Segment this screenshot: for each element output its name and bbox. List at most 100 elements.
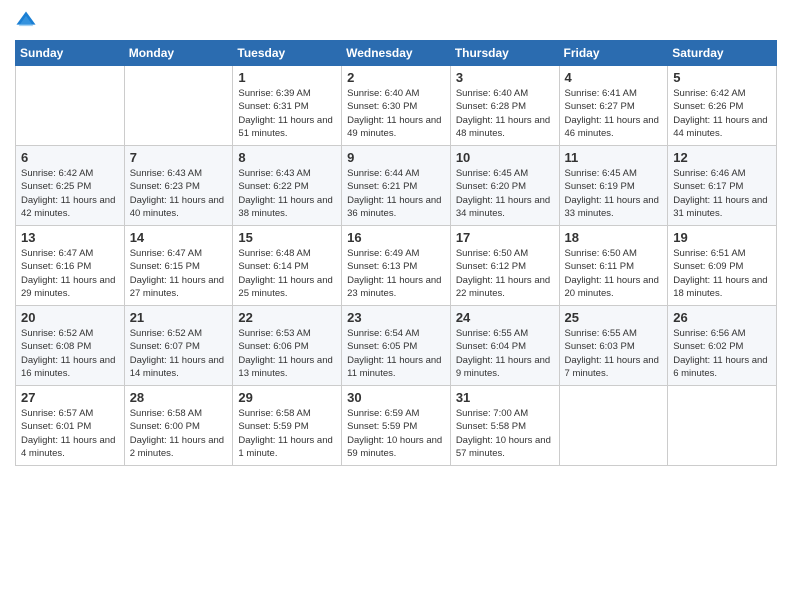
day-number: 9 <box>347 150 445 165</box>
week-row-3: 13 Sunrise: 6:47 AMSunset: 6:16 PMDayligh… <box>16 226 777 306</box>
logo <box>15 10 41 32</box>
day-number: 10 <box>456 150 554 165</box>
week-row-5: 27Sunrise: 6:57 AMSunset: 6:01 PMDayligh… <box>16 386 777 466</box>
header <box>15 10 777 32</box>
calendar-cell: 6 Sunrise: 6:42 AMSunset: 6:25 PMDaylight… <box>16 146 125 226</box>
days-header-row: SundayMondayTuesdayWednesdayThursdayFrid… <box>16 41 777 66</box>
calendar-cell: 7Sunrise: 6:43 AMSunset: 6:23 PMDaylight… <box>124 146 233 226</box>
calendar-cell: 29 Sunrise: 6:58 AMSunset: 5:59 PMDayligh… <box>233 386 342 466</box>
day-header-sunday: Sunday <box>16 41 125 66</box>
day-number: 22 <box>238 310 336 325</box>
calendar-cell: 17Sunrise: 6:50 AMSunset: 6:12 PMDayligh… <box>450 226 559 306</box>
calendar-cell: 21Sunrise: 6:52 AMSunset: 6:07 PMDayligh… <box>124 306 233 386</box>
day-info: Sunrise: 6:55 AMSunset: 6:03 PMDaylight:… <box>565 327 663 380</box>
day-info: Sunrise: 6:47 AMSunset: 6:16 PMDaylight:… <box>21 247 119 300</box>
calendar-cell: 16 Sunrise: 6:49 AMSunset: 6:13 PMDayligh… <box>342 226 451 306</box>
calendar-cell: 26 Sunrise: 6:56 AMSunset: 6:02 PMDayligh… <box>668 306 777 386</box>
week-row-4: 20 Sunrise: 6:52 AMSunset: 6:08 PMDayligh… <box>16 306 777 386</box>
calendar-table: SundayMondayTuesdayWednesdayThursdayFrid… <box>15 40 777 466</box>
day-info: Sunrise: 6:54 AMSunset: 6:05 PMDaylight:… <box>347 327 445 380</box>
day-info: Sunrise: 7:00 AMSunset: 5:58 PMDaylight:… <box>456 407 554 460</box>
day-info: Sunrise: 6:51 AMSunset: 6:09 PMDaylight:… <box>673 247 771 300</box>
day-info: Sunrise: 6:58 AMSunset: 6:00 PMDaylight:… <box>130 407 228 460</box>
day-info: Sunrise: 6:43 AMSunset: 6:23 PMDaylight:… <box>130 167 228 220</box>
day-info: Sunrise: 6:49 AMSunset: 6:13 PMDaylight:… <box>347 247 445 300</box>
day-number: 16 <box>347 230 445 245</box>
day-number: 30 <box>347 390 445 405</box>
day-info: Sunrise: 6:58 AMSunset: 5:59 PMDaylight:… <box>238 407 336 460</box>
calendar-cell: 2 Sunrise: 6:40 AMSunset: 6:30 PMDaylight… <box>342 66 451 146</box>
day-number: 24 <box>456 310 554 325</box>
day-info: Sunrise: 6:44 AMSunset: 6:21 PMDaylight:… <box>347 167 445 220</box>
day-info: Sunrise: 6:40 AMSunset: 6:30 PMDaylight:… <box>347 87 445 140</box>
day-header-monday: Monday <box>124 41 233 66</box>
day-number: 17 <box>456 230 554 245</box>
calendar-cell <box>559 386 668 466</box>
calendar-cell <box>668 386 777 466</box>
calendar-cell: 25Sunrise: 6:55 AMSunset: 6:03 PMDayligh… <box>559 306 668 386</box>
day-info: Sunrise: 6:53 AMSunset: 6:06 PMDaylight:… <box>238 327 336 380</box>
day-number: 20 <box>21 310 119 325</box>
calendar-cell: 20 Sunrise: 6:52 AMSunset: 6:08 PMDayligh… <box>16 306 125 386</box>
day-number: 8 <box>238 150 336 165</box>
day-info: Sunrise: 6:45 AMSunset: 6:20 PMDaylight:… <box>456 167 554 220</box>
day-number: 29 <box>238 390 336 405</box>
day-info: Sunrise: 6:52 AMSunset: 6:08 PMDaylight:… <box>21 327 119 380</box>
day-number: 31 <box>456 390 554 405</box>
calendar-cell: 1 Sunrise: 6:39 AMSunset: 6:31 PMDaylight… <box>233 66 342 146</box>
day-info: Sunrise: 6:42 AMSunset: 6:26 PMDaylight:… <box>673 87 771 140</box>
day-header-tuesday: Tuesday <box>233 41 342 66</box>
day-info: Sunrise: 6:41 AMSunset: 6:27 PMDaylight:… <box>565 87 663 140</box>
day-number: 12 <box>673 150 771 165</box>
day-number: 18 <box>565 230 663 245</box>
calendar-cell: 24 Sunrise: 6:55 AMSunset: 6:04 PMDayligh… <box>450 306 559 386</box>
calendar-cell: 4Sunrise: 6:41 AMSunset: 6:27 PMDaylight… <box>559 66 668 146</box>
day-header-friday: Friday <box>559 41 668 66</box>
day-header-saturday: Saturday <box>668 41 777 66</box>
day-info: Sunrise: 6:50 AMSunset: 6:11 PMDaylight:… <box>565 247 663 300</box>
day-header-wednesday: Wednesday <box>342 41 451 66</box>
page: SundayMondayTuesdayWednesdayThursdayFrid… <box>0 0 792 612</box>
day-info: Sunrise: 6:42 AMSunset: 6:25 PMDaylight:… <box>21 167 119 220</box>
calendar-cell: 28 Sunrise: 6:58 AMSunset: 6:00 PMDayligh… <box>124 386 233 466</box>
day-number: 2 <box>347 70 445 85</box>
day-number: 28 <box>130 390 228 405</box>
calendar-cell <box>16 66 125 146</box>
week-row-2: 6 Sunrise: 6:42 AMSunset: 6:25 PMDaylight… <box>16 146 777 226</box>
calendar-cell: 5 Sunrise: 6:42 AMSunset: 6:26 PMDaylight… <box>668 66 777 146</box>
day-info: Sunrise: 6:56 AMSunset: 6:02 PMDaylight:… <box>673 327 771 380</box>
day-number: 13 <box>21 230 119 245</box>
day-info: Sunrise: 6:43 AMSunset: 6:22 PMDaylight:… <box>238 167 336 220</box>
day-number: 5 <box>673 70 771 85</box>
day-number: 3 <box>456 70 554 85</box>
day-info: Sunrise: 6:48 AMSunset: 6:14 PMDaylight:… <box>238 247 336 300</box>
day-number: 1 <box>238 70 336 85</box>
day-info: Sunrise: 6:40 AMSunset: 6:28 PMDaylight:… <box>456 87 554 140</box>
calendar-cell: 31 Sunrise: 7:00 AMSunset: 5:58 PMDayligh… <box>450 386 559 466</box>
calendar-cell: 18 Sunrise: 6:50 AMSunset: 6:11 PMDayligh… <box>559 226 668 306</box>
day-info: Sunrise: 6:55 AMSunset: 6:04 PMDaylight:… <box>456 327 554 380</box>
calendar-cell: 9 Sunrise: 6:44 AMSunset: 6:21 PMDaylight… <box>342 146 451 226</box>
calendar-cell: 19 Sunrise: 6:51 AMSunset: 6:09 PMDayligh… <box>668 226 777 306</box>
day-info: Sunrise: 6:47 AMSunset: 6:15 PMDaylight:… <box>130 247 228 300</box>
calendar-cell: 14Sunrise: 6:47 AMSunset: 6:15 PMDayligh… <box>124 226 233 306</box>
day-info: Sunrise: 6:46 AMSunset: 6:17 PMDaylight:… <box>673 167 771 220</box>
calendar-cell: 12 Sunrise: 6:46 AMSunset: 6:17 PMDayligh… <box>668 146 777 226</box>
day-info: Sunrise: 6:39 AMSunset: 6:31 PMDaylight:… <box>238 87 336 140</box>
calendar-cell: 3 Sunrise: 6:40 AMSunset: 6:28 PMDaylight… <box>450 66 559 146</box>
day-number: 11 <box>565 150 663 165</box>
calendar-cell: 23Sunrise: 6:54 AMSunset: 6:05 PMDayligh… <box>342 306 451 386</box>
day-number: 26 <box>673 310 771 325</box>
day-number: 21 <box>130 310 228 325</box>
day-number: 6 <box>21 150 119 165</box>
calendar-cell: 8 Sunrise: 6:43 AMSunset: 6:22 PMDaylight… <box>233 146 342 226</box>
calendar-cell: 27Sunrise: 6:57 AMSunset: 6:01 PMDayligh… <box>16 386 125 466</box>
day-number: 15 <box>238 230 336 245</box>
calendar-cell: 22 Sunrise: 6:53 AMSunset: 6:06 PMDayligh… <box>233 306 342 386</box>
day-number: 19 <box>673 230 771 245</box>
day-header-thursday: Thursday <box>450 41 559 66</box>
logo-icon <box>15 10 37 32</box>
day-info: Sunrise: 6:57 AMSunset: 6:01 PMDaylight:… <box>21 407 119 460</box>
day-info: Sunrise: 6:59 AMSunset: 5:59 PMDaylight:… <box>347 407 445 460</box>
week-row-1: 1 Sunrise: 6:39 AMSunset: 6:31 PMDaylight… <box>16 66 777 146</box>
